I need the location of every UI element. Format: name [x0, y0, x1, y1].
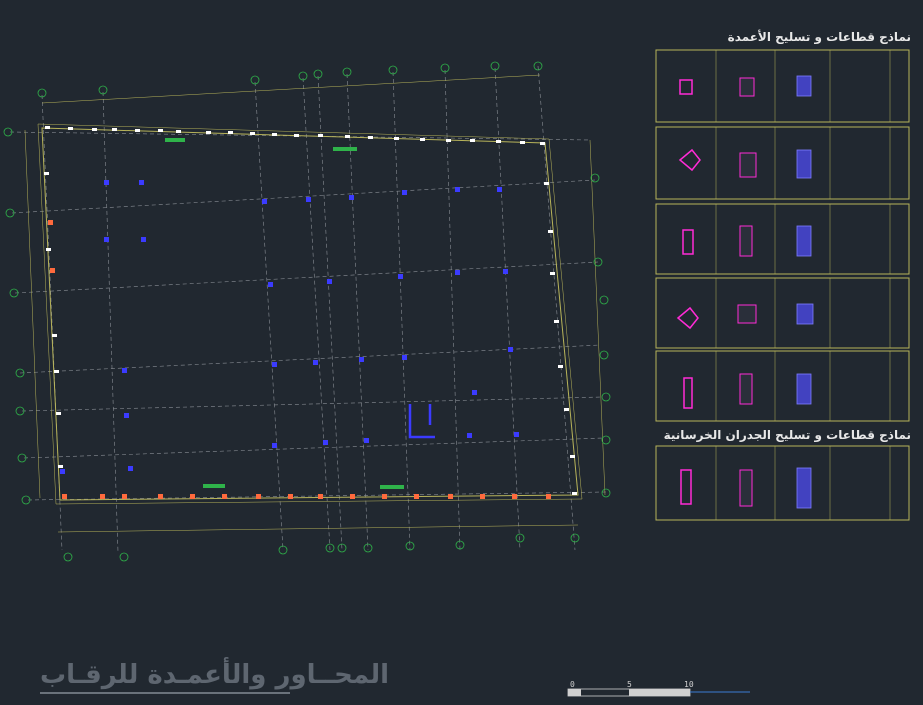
dimension-lines	[24, 74, 606, 533]
building-outline	[37, 123, 583, 505]
walls-schedule-heading: نماذج قطاعات و تسليح الجدران الخرسانية	[663, 428, 911, 442]
grid-bubbles	[3, 61, 611, 562]
columns-schedule-heading: نماذج قطاعات و تسليح الأعمدة	[727, 30, 911, 44]
detail-sections	[796, 75, 814, 509]
schedule-frames	[655, 49, 910, 521]
schedule-dividers	[715, 50, 891, 520]
axis-grid	[9, 65, 607, 553]
title-underline	[40, 692, 290, 694]
drawing-canvas	[3, 49, 910, 697]
interior-columns	[60, 180, 519, 474]
scale-label-5: 5	[627, 680, 632, 689]
scale-label-10: 10	[684, 680, 694, 689]
drawing-title: المحــاور والأعمـدة للرقـاب	[40, 660, 390, 690]
hatch-patches	[165, 138, 404, 489]
scale-label-0: 0	[570, 680, 575, 689]
perimeter-columns	[44, 126, 577, 499]
scale-bar	[567, 688, 750, 697]
concrete-wall	[408, 404, 435, 439]
